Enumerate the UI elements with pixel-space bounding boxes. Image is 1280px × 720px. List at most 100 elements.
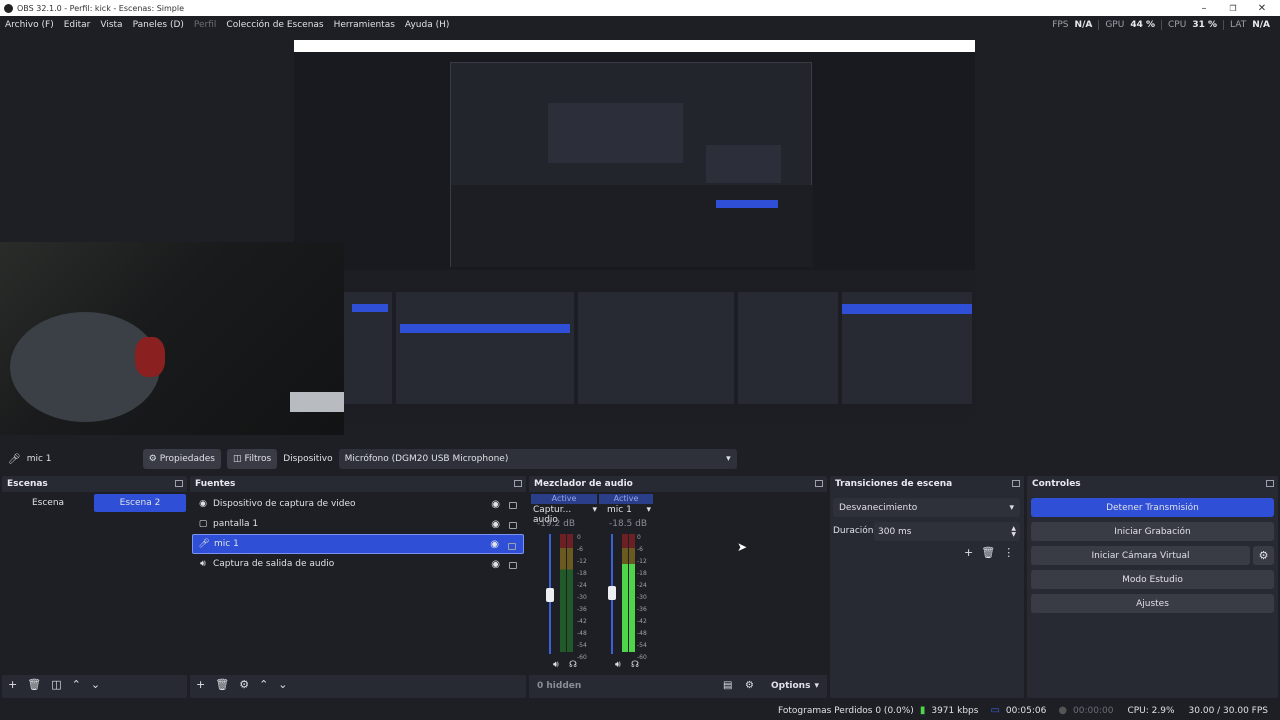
trash-icon[interactable]: 🗑︎ <box>981 546 995 559</box>
channel-name-select[interactable]: Captur... audio ▾ <box>533 505 597 525</box>
studio-mode-button[interactable]: Modo Estudio <box>1031 570 1274 589</box>
scenes-dock: Escenas Escena Escena 2 + 🗑︎ ◫ ⌃ ⌄ <box>2 476 187 698</box>
scene-item[interactable]: Escena <box>4 494 92 512</box>
gear-icon: ⚙ <box>148 454 157 464</box>
more-icon[interactable]: ⋮ <box>1003 546 1014 559</box>
undock-icon[interactable] <box>175 480 183 487</box>
chevron-down-icon: ▾ <box>814 681 819 691</box>
layout-icon[interactable]: ▤ <box>723 680 732 691</box>
duration-value: 300 ms <box>878 526 912 537</box>
volume-meter <box>622 534 628 652</box>
scale-label: -24 <box>577 582 587 589</box>
add-icon[interactable]: + <box>964 546 973 559</box>
nested-stop-button <box>716 200 778 208</box>
options-menu[interactable]: Options ▾ <box>771 681 819 691</box>
menu-vista[interactable]: Vista <box>95 20 127 30</box>
source-item[interactable]: 🔊︎ Captura de salida de audio ◉ <box>192 554 524 574</box>
channel-name-select[interactable]: mic 1 ▾ <box>607 505 651 517</box>
duration-spinbox[interactable]: 300 ms ▲ ▼ <box>874 522 1020 541</box>
spin-arrows-icon[interactable]: ▲ ▼ <box>1011 525 1016 538</box>
volume-meter <box>560 534 566 652</box>
fps-label: FPS <box>1052 19 1069 30</box>
gear-icon[interactable]: ⚙ <box>239 678 249 691</box>
scale-label: -6 <box>577 546 583 553</box>
preview-canvas[interactable] <box>294 40 975 423</box>
lock-icon[interactable] <box>509 522 517 529</box>
webcam-feed <box>0 242 344 435</box>
undock-icon[interactable] <box>514 480 522 487</box>
fps-value: N/A <box>1074 19 1093 30</box>
lock-icon[interactable] <box>509 502 517 509</box>
device-select[interactable]: Micrófono (DGM20 USB Microphone) ▾ <box>338 449 737 469</box>
headphones-icon[interactable]: ☊ <box>569 660 577 670</box>
chevron-down-icon: ▾ <box>592 505 597 515</box>
headphones-icon[interactable]: ☊ <box>631 660 639 670</box>
start-recording-button[interactable]: Iniciar Grabación <box>1031 522 1274 541</box>
add-icon[interactable]: + <box>196 678 205 691</box>
filter-icon[interactable]: ◫ <box>51 678 61 691</box>
undock-icon[interactable] <box>1266 480 1274 487</box>
eye-icon[interactable]: ◉ <box>490 539 499 550</box>
monitor-icon: ▢ <box>198 519 208 529</box>
menu-archivo[interactable]: Archivo (F) <box>0 20 59 30</box>
arrow-down-icon[interactable]: ⌄ <box>91 678 100 691</box>
menu-editar[interactable]: Editar <box>59 20 96 30</box>
close-button[interactable]: ✕ <box>1248 0 1276 16</box>
volume-meter <box>629 534 635 652</box>
arrow-up-icon[interactable]: ⌃ <box>259 678 268 691</box>
volume-meter <box>567 534 573 652</box>
arrow-down-icon[interactable]: ⌄ <box>278 678 287 691</box>
nested-transitions-dock <box>738 292 838 404</box>
menu-bar: Archivo (F) Editar Vista Paneles (D) Per… <box>0 16 1280 33</box>
properties-button[interactable]: ⚙ Propiedades <box>142 449 221 469</box>
minimize-button[interactable]: – <box>1190 0 1218 16</box>
scale-label: -18 <box>637 570 647 577</box>
stop-stream-button[interactable]: Detener Transmisión <box>1031 498 1274 517</box>
volume-level <box>622 563 628 652</box>
undock-icon[interactable] <box>1012 480 1020 487</box>
microphone-icon: 🎤︎ <box>198 539 210 549</box>
add-icon[interactable]: + <box>8 678 17 691</box>
menu-paneles[interactable]: Paneles (D) <box>128 20 189 30</box>
source-item[interactable]: ◉ Dispositivo de captura de video ◉ <box>192 494 524 514</box>
microphone-icon: 🎤︎ <box>8 453 21 465</box>
virtual-camera-settings-button[interactable]: ⚙ <box>1253 546 1274 565</box>
nested-window-inner <box>548 103 683 163</box>
settings-icon[interactable]: ⚙ <box>745 680 754 691</box>
gpu-label: GPU <box>1105 19 1125 30</box>
record-time: 00:00:00 <box>1073 705 1114 716</box>
eye-icon[interactable]: ◉ <box>491 499 500 510</box>
undock-icon[interactable] <box>815 480 823 487</box>
webcam-headphone <box>135 337 165 377</box>
scale-label: -36 <box>577 606 587 613</box>
speaker-icon[interactable]: 🔊︎ <box>615 660 621 670</box>
selected-source-name: mic 1 <box>26 454 52 464</box>
eye-icon[interactable]: ◉ <box>491 559 500 570</box>
filters-button[interactable]: ◫ Filtros <box>226 449 278 469</box>
trash-icon[interactable]: 🗑︎ <box>27 678 41 691</box>
speaker-icon[interactable]: 🔊︎ <box>553 660 559 670</box>
nested-selected-source <box>400 324 570 333</box>
menu-coleccion-escenas[interactable]: Colección de Escenas <box>221 20 328 30</box>
settings-button[interactable]: Ajustes <box>1031 594 1274 613</box>
trash-icon[interactable]: 🗑︎ <box>215 678 229 691</box>
arrow-up-icon[interactable]: ⌃ <box>72 678 81 691</box>
maximize-button[interactable]: ❐ <box>1219 0 1247 16</box>
source-item[interactable]: ▢ pantalla 1 ◉ <box>192 514 524 534</box>
scale-label: -24 <box>637 582 647 589</box>
mixer-dock-title: Mezclador de audio <box>529 476 827 492</box>
source-item-selected[interactable]: 🎤︎ mic 1 ◉ <box>192 534 524 554</box>
menu-herramientas[interactable]: Herramientas <box>329 20 400 30</box>
start-virtual-camera-button[interactable]: Iniciar Cámara Virtual <box>1031 546 1250 565</box>
lock-icon[interactable] <box>508 543 516 550</box>
status-bar: Fotogramas Perdidos 0 (0.0%) ▮ 3971 kbps… <box>0 701 1280 720</box>
channel-db: -18.5 dB <box>609 519 648 529</box>
menu-perfil[interactable]: Perfil <box>189 20 222 30</box>
volume-slider-handle[interactable] <box>608 586 616 600</box>
lock-icon[interactable] <box>509 562 517 569</box>
scene-item-selected[interactable]: Escena 2 <box>94 494 186 512</box>
eye-icon[interactable]: ◉ <box>491 519 500 530</box>
transition-type-select[interactable]: Desvanecimiento ▾ <box>833 498 1020 517</box>
volume-slider-handle[interactable] <box>546 588 554 602</box>
menu-ayuda[interactable]: Ayuda (H) <box>400 20 454 30</box>
